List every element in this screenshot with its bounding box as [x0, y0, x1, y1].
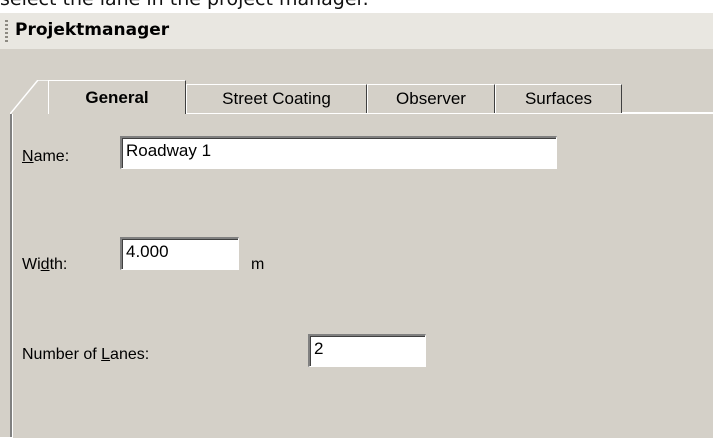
name-field[interactable]: Roadway 1: [120, 136, 557, 169]
lanes-label: Number of Lanes:: [22, 346, 150, 363]
tab-general[interactable]: General: [48, 80, 186, 114]
tab-street-coating[interactable]: Street Coating: [186, 84, 367, 114]
name-label: Name:: [22, 148, 70, 165]
instruction-caption: select the lane in the project manager.: [0, 0, 369, 14]
lanes-field[interactable]: 2: [308, 334, 426, 367]
tab-surfaces[interactable]: Surfaces: [495, 84, 622, 114]
tab-observer[interactable]: Observer: [367, 84, 495, 114]
tab-general-label: General: [85, 88, 149, 107]
tab-street-coating-label: Street Coating: [222, 89, 331, 108]
width-label: Width:: [22, 256, 68, 273]
project-manager-panel: Projektmanager General Street Coating Ob…: [0, 13, 713, 438]
panel-title-bar: Projektmanager: [0, 13, 713, 49]
width-unit: m: [251, 256, 265, 273]
width-field[interactable]: 4.000: [120, 237, 239, 270]
tab-observer-label: Observer: [396, 89, 466, 108]
tab-surfaces-label: Surfaces: [524, 89, 593, 108]
panel-title: Projektmanager: [15, 20, 170, 40]
grip-icon[interactable]: [5, 20, 8, 42]
